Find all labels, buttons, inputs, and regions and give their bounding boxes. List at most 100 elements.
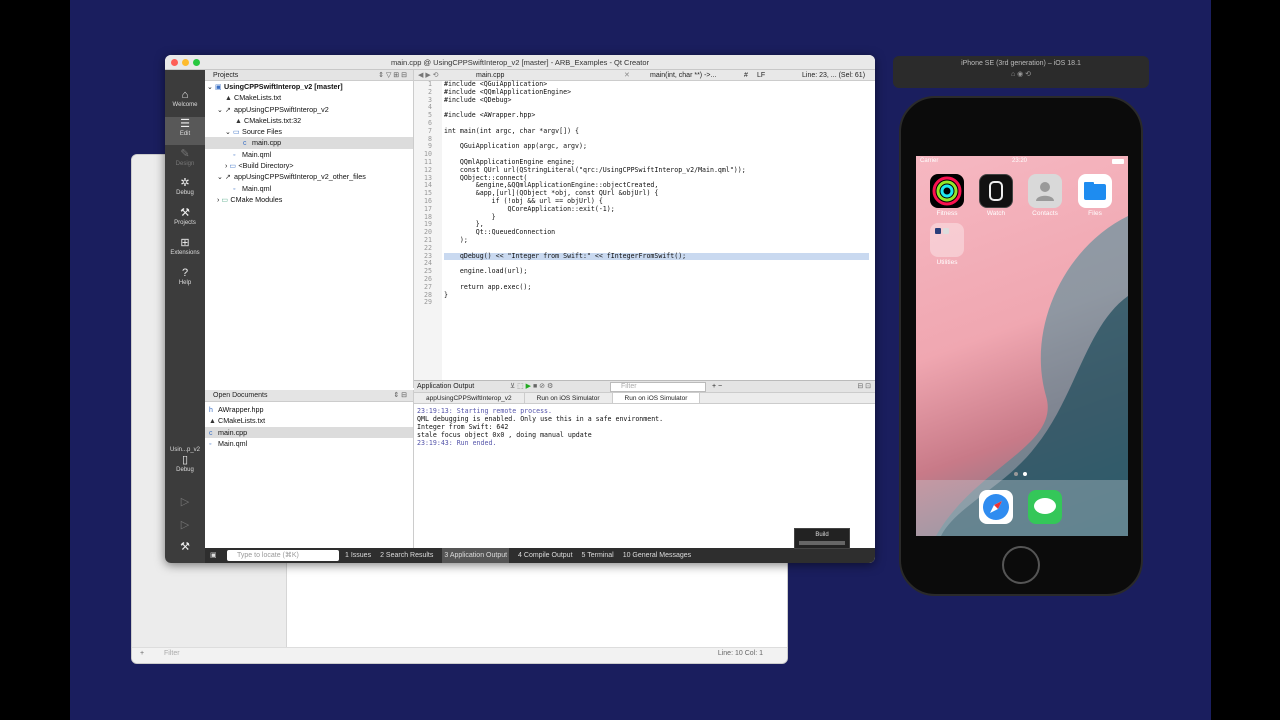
output-tab[interactable]: appUsingCPPSwiftInterop_v2 — [414, 393, 525, 403]
pane-controls-icon[interactable]: ⇕ ⊟ — [393, 390, 407, 402]
tab-general-messages[interactable]: 10 General Messages — [623, 548, 691, 563]
application-output-header: Application Output ⊻ ⬚ ▶ ■ ⊘ ⚙ Filter + … — [414, 381, 875, 393]
mode-projects[interactable]: ⚒ Projects — [165, 206, 205, 234]
tree-label: appUsingCPPSwiftInterop_v2 — [234, 104, 329, 114]
tree-row[interactable]: › ▭ <Build Directory> — [205, 160, 413, 171]
build-label: Build — [815, 532, 829, 538]
tree-row[interactable]: c main.cpp — [205, 137, 413, 149]
simulator-title: iPhone SE (3rd generation) – iOS 18.1 — [961, 60, 1081, 67]
safari-icon[interactable] — [979, 490, 1013, 524]
output-text: 23:19:13: Starting remote process. QML d… — [414, 404, 875, 450]
chat-bubble-icon — [1034, 498, 1056, 514]
tree-row[interactable]: ⌄ ▣ UsingCPPSwiftInterop_v2 [master] — [205, 81, 413, 92]
open-doc-item[interactable]: ▲ CMakeLists.txt — [205, 415, 413, 426]
tree-label: Source Files — [242, 127, 282, 137]
cursor-position: Line: 10 Col: 1 — [717, 650, 763, 657]
mode-edit[interactable]: ☰ Edit — [165, 117, 205, 145]
app-utilities[interactable]: Utilities — [927, 223, 967, 266]
messages-icon[interactable] — [1028, 490, 1062, 524]
output-controls-icon[interactable]: ⊻ ⬚ ▶ ■ ⊘ ⚙ — [510, 381, 553, 393]
app-label: Utilities — [936, 259, 958, 266]
application-output-title: Application Output — [417, 383, 475, 390]
open-doc-label: main.cpp — [218, 427, 248, 437]
output-line: Integer from Swift: 642 — [417, 423, 509, 431]
tab-compile-output[interactable]: 4 Compile Output — [518, 548, 572, 563]
tab-terminal[interactable]: 5 Terminal — [582, 548, 614, 563]
output-tab-active[interactable]: Run on iOS Simulator — [612, 393, 701, 403]
open-documents-header: Open Documents ⇕ ⊟ — [205, 390, 413, 402]
minimize-button[interactable] — [182, 59, 189, 66]
tree-row[interactable]: › ▭ CMake Modules — [205, 194, 413, 205]
tree-row[interactable]: ⌄ ▭ Source Files — [205, 126, 413, 137]
pane-controls-icon[interactable]: ⇕ ▽ ⊞ ⊟ — [378, 70, 407, 81]
open-documents-title: Open Documents — [213, 392, 268, 399]
build-button[interactable]: ⚒ — [165, 540, 205, 563]
tree-label: <Build Directory> — [238, 161, 294, 171]
files-icon — [1078, 174, 1112, 208]
close-doc-icon[interactable]: ✕ — [624, 70, 630, 81]
pane-controls-icon[interactable]: ⊟ ⊡ — [857, 381, 871, 393]
mode-design[interactable]: ✎ Design — [165, 147, 205, 175]
target-icon: ↗ — [225, 106, 231, 114]
folder-icon: ▭ — [233, 129, 240, 137]
hash-indicator: # — [744, 72, 748, 79]
filter-input[interactable]: Filter — [164, 650, 180, 657]
home-icon: ⌂ — [181, 89, 189, 101]
mode-extensions[interactable]: ⊞ Extensions — [165, 236, 205, 264]
utilities-folder-icon — [930, 223, 964, 257]
mode-help[interactable]: ? Help — [165, 266, 205, 294]
code-editor[interactable]: ◀ ▶ ⟲ main.cpp ✕ main(int, char **) ->..… — [414, 70, 875, 380]
output-filter-input[interactable]: Filter — [610, 382, 706, 392]
simulator-controls-icon[interactable]: ⌂ ◉ ⟲ — [893, 70, 1149, 78]
app-label: Watch — [986, 210, 1006, 217]
plus-minus-icon[interactable]: + − — [712, 381, 722, 393]
open-doc-item[interactable]: c main.cpp — [205, 426, 413, 438]
watch-icon — [979, 174, 1013, 208]
target-icon: ↗ — [225, 174, 231, 182]
tab-issues[interactable]: 1 Issues — [345, 548, 371, 563]
plus-icon[interactable]: + — [140, 650, 144, 657]
symbol-selector[interactable]: main(int, char **) ->... — [650, 70, 716, 81]
mode-welcome[interactable]: ⌂ Welcome — [165, 88, 205, 116]
tree-row[interactable]: ◦ Main.qml — [205, 183, 413, 194]
app-watch[interactable]: Watch — [976, 174, 1016, 217]
tree-label: UsingCPPSwiftInterop_v2 [master] — [224, 82, 343, 91]
tree-row[interactable]: ▲ CMakeLists.txt — [205, 92, 413, 103]
simulator-titlebar: iPhone SE (3rd generation) – iOS 18.1 ⌂ … — [893, 56, 1149, 88]
code-line: #include <QDebug> — [444, 95, 512, 104]
tab-search-results[interactable]: 2 Search Results — [380, 548, 433, 563]
build-progress: Build — [794, 528, 850, 549]
line-ending[interactable]: LF — [757, 70, 765, 81]
person-icon — [1036, 182, 1054, 201]
tree-row[interactable]: ⌄ ↗ appUsingCPPSwiftInterop_v2_other_file… — [205, 171, 413, 182]
debug-play-icon: ▷ — [180, 519, 190, 531]
kit-selector[interactable]: Usin...p_v2 ▯ Debug — [165, 445, 205, 485]
tree-label: CMake Modules — [230, 194, 283, 204]
folder-icon: ▭ — [221, 196, 229, 204]
tab-application-output[interactable]: 3 Application Output — [442, 548, 510, 563]
app-fitness[interactable]: Fitness — [927, 174, 967, 217]
code-area[interactable]: #include <QGuiApplication> #include <QQml… — [444, 80, 869, 380]
mode-debug[interactable]: ✲ Debug — [165, 176, 205, 204]
tree-row[interactable]: ⌄ ↗ appUsingCPPSwiftInterop_v2 — [205, 104, 413, 115]
projects-header: Projects ⇕ ▽ ⊞ ⊟ — [205, 70, 413, 81]
iphone-screen[interactable]: Carrier 23:20 Fitness Watch Contacts Fil… — [916, 156, 1128, 536]
app-files[interactable]: Files — [1075, 174, 1115, 217]
zoom-button[interactable] — [193, 59, 200, 66]
background-statusbar: + Filter Line: 10 Col: 1 — [132, 647, 787, 663]
output-tab[interactable]: Run on iOS Simulator — [525, 393, 613, 403]
close-button[interactable] — [171, 59, 178, 66]
bug-icon: ✲ — [180, 177, 190, 189]
locator-input[interactable]: Type to locate (⌘K) — [227, 550, 339, 561]
code-line: qDebug() << "Integer from Swift:" << fIn… — [444, 252, 869, 261]
page-dot — [1014, 472, 1018, 476]
app-contacts[interactable]: Contacts — [1025, 174, 1065, 217]
home-button[interactable] — [1002, 546, 1040, 584]
open-doc-item[interactable]: h AWrapper.hpp — [205, 404, 413, 415]
sidebar-toggle-icon[interactable]: ▣ — [210, 548, 217, 563]
output-line: 23:19:13: Starting remote process. — [417, 407, 552, 415]
tree-row[interactable]: ◦ Main.qml — [205, 149, 413, 160]
open-doc-item[interactable]: ◦ Main.qml — [205, 438, 413, 449]
tree-row[interactable]: ▲ CMakeLists.txt:32 — [205, 115, 413, 126]
letterbox-left — [0, 0, 70, 720]
